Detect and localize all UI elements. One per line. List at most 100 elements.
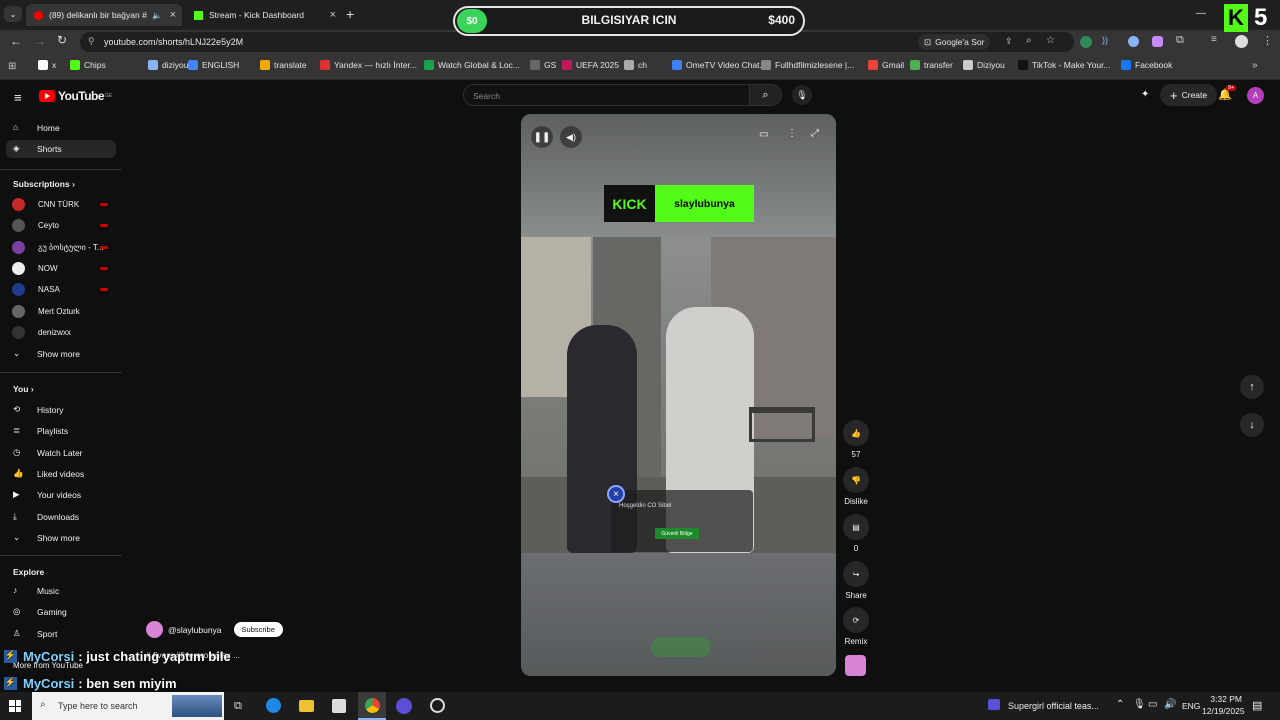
subscriptions-header[interactable]: Subscriptions › (13, 179, 75, 189)
close-tab-icon[interactable]: × (330, 9, 336, 21)
clock[interactable]: 3:32 PM 12/19/2025 (1202, 694, 1245, 716)
bookmark-item[interactable]: OmeTV Video Chat... (672, 60, 767, 70)
chrome-taskbar-button[interactable] (358, 692, 386, 720)
speaker-icon[interactable]: 🔈 (152, 11, 162, 20)
obs-icon[interactable] (430, 698, 445, 713)
bookmark-item[interactable]: Facebook (1121, 60, 1172, 70)
studio-icon[interactable]: ✦ (1141, 89, 1149, 100)
show-more-subscriptions[interactable]: ⌄ Show more (6, 345, 116, 363)
sidebar-item-gaming[interactable]: ◎ Gaming (6, 603, 116, 621)
extension-icon[interactable] (1080, 36, 1092, 48)
search-button[interactable]: ⌕ (749, 84, 782, 106)
bookmark-item[interactable]: Fullhdfilmizlesene |... (761, 60, 854, 70)
next-short-button[interactable]: ↓ (1240, 413, 1264, 437)
subscription-channel[interactable]: NASA (12, 283, 60, 297)
pause-button[interactable]: ❚❚ (531, 126, 553, 148)
notifications-icon[interactable]: ▤ (1252, 699, 1262, 712)
now-playing-text[interactable]: Supergirl official teas... (1008, 701, 1099, 711)
bookmark-item[interactable]: GS (530, 60, 556, 70)
bookmark-item[interactable]: ENGLISH (188, 60, 239, 70)
subscription-channel[interactable]: Ceyto (12, 219, 59, 233)
sidebar-item-playlists[interactable]: ≣ Playlists (6, 422, 116, 440)
star-icon[interactable]: ☆ (1046, 35, 1055, 46)
store-icon[interactable] (332, 699, 346, 713)
file-explorer-icon[interactable] (299, 700, 314, 712)
you-header[interactable]: You › (13, 384, 34, 394)
bookmark-item[interactable]: x (38, 60, 56, 70)
subscribe-button[interactable]: Subscribe (233, 622, 283, 637)
minimize-icon[interactable]: — (1196, 8, 1206, 19)
taskbar-search[interactable]: ⌕ Type here to search (32, 692, 224, 720)
sidebar-item-watch-later[interactable]: ◷ Watch Later (6, 444, 116, 462)
fullscreen-icon[interactable]: ⤢ (811, 128, 819, 139)
sidebar-item-music[interactable]: ♪ Music (6, 582, 116, 600)
mic-icon[interactable]: 🎙 (1133, 699, 1146, 710)
miniplayer-icon[interactable]: ▭ (759, 129, 768, 140)
more-options-icon[interactable]: ⋮ (787, 128, 797, 139)
bookmark-item[interactable]: transfer (910, 60, 953, 70)
zoom-icon[interactable]: ⌕ (1026, 35, 1032, 46)
bookmark-item[interactable]: ch (624, 60, 647, 70)
youtube-logo[interactable]: YouTube GE (39, 89, 112, 103)
bookmark-item[interactable]: diziyou (148, 60, 188, 70)
like-button[interactable]: 👍 57 (842, 420, 870, 459)
subscription-channel[interactable]: denizwxx (12, 325, 71, 339)
short-video-player[interactable]: KICK slaylubunya × Hoşgeldin CO Sibel Gü… (521, 114, 836, 676)
new-tab-icon[interactable]: + (346, 6, 354, 22)
bookmark-item[interactable]: Chips (70, 60, 106, 70)
bookmark-item[interactable]: Gmail (868, 60, 904, 70)
back-icon[interactable]: ← (10, 34, 22, 48)
subscription-channel[interactable]: Mert Ozturk (12, 304, 80, 318)
comments-button[interactable]: ▤ 0 (842, 514, 870, 553)
channel-avatar[interactable] (146, 621, 163, 638)
account-avatar[interactable]: A (1247, 87, 1264, 104)
language-indicator[interactable]: ENG (1182, 701, 1200, 711)
remix-button[interactable]: ⟳ Remix (842, 607, 870, 646)
extensions-puzzle-icon[interactable]: ⧉ (1176, 34, 1184, 47)
forward-icon[interactable]: → (34, 34, 46, 48)
sidebar-item-history[interactable]: ⟲ History (6, 401, 116, 419)
edge-icon[interactable] (266, 698, 281, 713)
bookmark-item[interactable]: UEFA 2025 (562, 60, 619, 70)
bookmark-item[interactable]: translate (260, 60, 307, 70)
sidebar-item-your-videos[interactable]: ▶ Your videos (6, 486, 116, 504)
windows-start-icon[interactable] (9, 700, 21, 712)
audio-thumbnail[interactable] (845, 655, 866, 676)
sidebar-item-shorts[interactable]: ◈ Shorts (6, 140, 116, 158)
dislike-button[interactable]: 👎 Dislike (842, 467, 870, 506)
share-button[interactable]: ↪ Share (842, 561, 870, 600)
tab-youtube[interactable]: (89) delikanlı bir bağyan # 🔈 × (26, 4, 182, 26)
tray-chevron-icon[interactable]: ⌃ (1116, 699, 1124, 710)
install-icon[interactable]: ⇪ (1005, 36, 1013, 47)
more-bookmarks-icon[interactable]: » (1252, 60, 1258, 71)
previous-short-button[interactable]: ↑ (1240, 375, 1264, 399)
reload-icon[interactable]: ↻ (57, 33, 67, 47)
menu-icon[interactable]: ⋮ (1262, 34, 1273, 47)
volume-button[interactable]: ◀) (560, 126, 582, 148)
profile-icon[interactable] (1235, 35, 1248, 48)
site-info-icon[interactable]: ⚲ (88, 36, 95, 47)
sidebar-item-home[interactable]: ⌂ Home (6, 119, 116, 137)
google-ask-button[interactable]: ⊡ Google'a Sor (918, 34, 991, 50)
task-view-icon[interactable]: ⧉ (234, 700, 242, 713)
tab-kick[interactable]: Stream - Kick Dashboard × (186, 4, 342, 26)
apps-icon[interactable]: ⊞ (8, 61, 16, 72)
extension-icon[interactable] (1152, 36, 1163, 47)
subscription-channel[interactable]: NOW (12, 261, 58, 275)
bookmark-item[interactable]: Yandex — hızlı İnter... (320, 60, 417, 70)
subscription-channel[interactable]: გუ ბოსტული - T... (12, 240, 104, 254)
bookmark-item[interactable]: TikTok - Make Your... (1018, 60, 1111, 70)
bookmark-item[interactable]: Watch Global & Loc... (424, 60, 520, 70)
search-input[interactable]: Search (463, 84, 749, 106)
close-tab-icon[interactable]: × (170, 9, 176, 21)
hamburger-menu-icon[interactable]: ≡ (14, 90, 22, 105)
bookmark-item[interactable]: Diziyou (963, 60, 1005, 70)
tab-search-button[interactable]: ⌄ (4, 6, 22, 22)
discord-icon[interactable] (396, 698, 412, 714)
show-more-you[interactable]: ⌄ Show more (6, 529, 116, 547)
subscription-channel[interactable]: CNN TÜRK (12, 198, 79, 211)
extension-icon[interactable] (1128, 36, 1139, 47)
channel-handle[interactable]: @slaylubunya (168, 625, 222, 635)
sidebar-item-downloads[interactable]: ⤓ Downloads (6, 508, 116, 526)
sidebar-item-sport[interactable]: ♙ Sport (6, 625, 116, 643)
